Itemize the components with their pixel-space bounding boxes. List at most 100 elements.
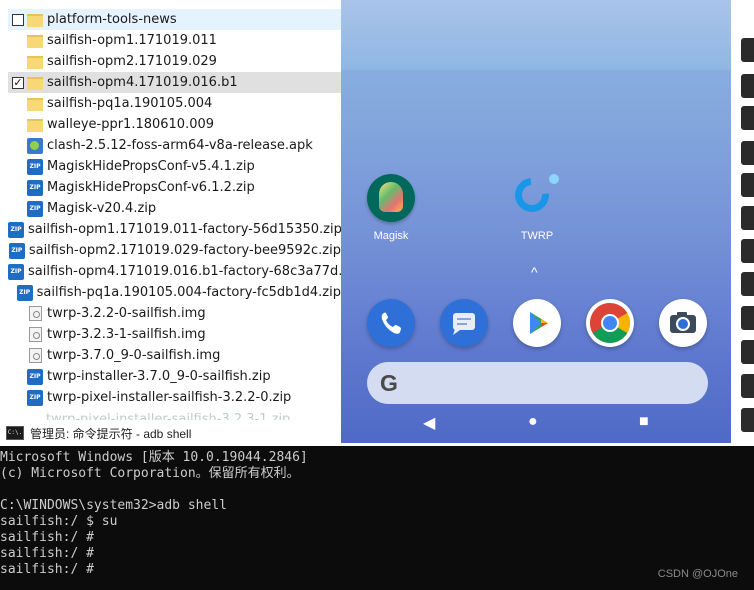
terminal-line: sailfish:/ #	[0, 546, 94, 561]
file-row[interactable]: clash-2.5.12-foss-arm64-v8a-release.apk	[8, 135, 341, 156]
dock-phone[interactable]	[367, 299, 415, 347]
apk-icon	[27, 137, 43, 154]
app-label: TWRP	[520, 230, 554, 242]
magisk-icon	[367, 174, 415, 222]
sidebar-button[interactable]	[741, 306, 754, 330]
zip-icon	[27, 200, 43, 217]
folder-icon	[27, 14, 43, 27]
img-icon	[29, 327, 42, 342]
file-row[interactable]: Magisk-v20.4.zip	[8, 198, 341, 219]
app-twrp[interactable]: TWRP	[507, 174, 567, 242]
zip-icon	[8, 221, 24, 238]
file-name: twrp-3.2.2-0-sailfish.img	[47, 306, 206, 321]
sidebar-button[interactable]	[741, 74, 754, 98]
file-name: twrp-pixel-installer-sailfish-3.2.2-0.zi…	[47, 390, 292, 405]
file-row[interactable]: sailfish-pq1a.190105.004	[8, 93, 341, 114]
file-name: sailfish-opm4.171019.016.b1	[47, 75, 238, 90]
folder-icon	[27, 56, 43, 69]
zip-icon	[27, 368, 43, 385]
file-row[interactable]: sailfish-opm1.171019.011-factory-56d1535…	[8, 219, 341, 240]
cmd-terminal[interactable]: Microsoft Windows [版本 10.0.19044.2846] (c…	[0, 446, 754, 590]
file-row[interactable]: sailfish-opm2.171019.029	[8, 51, 341, 72]
chevron-up-icon[interactable]: ^	[531, 264, 538, 280]
file-name: clash-2.5.12-foss-arm64-v8a-release.apk	[47, 138, 313, 153]
terminal-line: (c) Microsoft Corporation。保留所有权利。	[0, 466, 300, 481]
zip-icon	[16, 284, 33, 301]
android-nav-bar: ◀ ● ■	[341, 405, 731, 443]
terminal-line: sailfish:/ $ su	[0, 514, 118, 529]
file-name: sailfish-opm2.171019.029-factory-bee9592…	[28, 243, 341, 258]
app-magisk[interactable]: Magisk	[361, 174, 421, 242]
cmd-window-title: 管理员: 命令提示符 - adb shell	[30, 426, 192, 441]
sidebar-button[interactable]	[741, 408, 754, 432]
chrome-icon	[590, 303, 630, 343]
folder-icon	[27, 119, 43, 132]
checkbox-checked[interactable]: ✓	[12, 76, 24, 89]
checkbox[interactable]	[12, 13, 24, 26]
file-row[interactable]: twrp-pixel-installer-sailfish-3.2.2-0.zi…	[8, 387, 341, 408]
folder-icon	[27, 35, 43, 48]
twrp-icon	[513, 174, 561, 222]
sidebar-button[interactable]	[741, 206, 754, 230]
file-name: sailfish-opm4.171019.016.b1-factory-68c3…	[28, 264, 341, 279]
file-row[interactable]: platform-tools-news	[8, 9, 341, 30]
file-row[interactable]: twrp-installer-3.7.0_9-0-sailfish.zip	[8, 366, 341, 387]
img-icon	[29, 306, 42, 321]
file-name: platform-tools-news	[47, 12, 177, 27]
dock-play-store[interactable]	[513, 299, 561, 347]
file-explorer-list: platform-tools-news sailfish-opm1.171019.…	[0, 0, 341, 420]
dock-chrome[interactable]	[586, 299, 634, 347]
file-name: walleye-ppr1.180610.009	[47, 117, 215, 132]
sidebar-button[interactable]	[741, 239, 754, 263]
file-row[interactable]: ✓ sailfish-opm4.171019.016.b1	[8, 72, 341, 93]
android-emulator-screen[interactable]: Magisk TWRP ^ G ◀ ● ■	[341, 0, 731, 443]
file-name: sailfish-pq1a.190105.004-factory-fc5db1d…	[36, 285, 341, 300]
sidebar-button[interactable]	[741, 374, 754, 398]
sidebar-button[interactable]	[741, 106, 754, 130]
sidebar-button[interactable]	[741, 38, 754, 62]
file-row[interactable]: twrp-3.2.3-1-sailfish.img	[8, 324, 341, 345]
folder-icon	[27, 77, 43, 90]
camera-icon	[670, 312, 696, 333]
file-name: sailfish-pq1a.190105.004	[47, 96, 213, 111]
terminal-line: sailfish:/ #	[0, 530, 94, 545]
file-row[interactable]: twrp-3.2.2-0-sailfish.img	[8, 303, 341, 324]
dock-messages[interactable]	[440, 299, 488, 347]
sidebar-button[interactable]	[741, 340, 754, 364]
terminal-line: C:\WINDOWS\system32>adb shell	[0, 498, 227, 513]
file-name: sailfish-opm2.171019.029	[47, 54, 217, 69]
cmd-app-icon: C:\.	[6, 426, 24, 440]
phone-icon	[381, 312, 401, 334]
file-name: twrp-3.7.0_9-0-sailfish.img	[47, 348, 221, 363]
home-icon[interactable]: ●	[528, 413, 538, 431]
img-icon	[29, 348, 42, 363]
sidebar-button[interactable]	[741, 173, 754, 197]
dock-camera[interactable]	[659, 299, 707, 347]
file-name: twrp-3.2.3-1-sailfish.img	[47, 327, 206, 342]
recents-icon[interactable]: ■	[639, 413, 649, 431]
file-row[interactable]: sailfish-opm4.171019.016.b1-factory-68c3…	[8, 261, 341, 282]
google-search-bar[interactable]: G	[367, 362, 708, 404]
zip-icon	[8, 242, 25, 259]
file-name: sailfish-opm1.171019.011-factory-56d1535…	[28, 222, 341, 237]
messages-icon	[453, 313, 475, 335]
zip-icon	[27, 389, 43, 406]
play-store-icon	[530, 312, 548, 334]
file-row[interactable]: sailfish-pq1a.190105.004-factory-fc5db1d…	[8, 282, 341, 303]
file-row[interactable]: walleye-ppr1.180610.009	[8, 114, 341, 135]
file-row[interactable]: MagiskHidePropsConf-v5.4.1.zip	[8, 156, 341, 177]
file-row[interactable]: MagiskHidePropsConf-v6.1.2.zip	[8, 177, 341, 198]
file-row[interactable]: sailfish-opm1.171019.011	[8, 30, 341, 51]
cmd-window-titlebar[interactable]: C:\. 管理员: 命令提示符 - adb shell	[0, 420, 341, 446]
file-row[interactable]: sailfish-opm2.171019.029-factory-bee9592…	[8, 240, 341, 261]
file-name: sailfish-opm1.171019.011	[47, 33, 217, 48]
app-label: Magisk	[373, 230, 409, 242]
file-name: Magisk-v20.4.zip	[47, 201, 157, 216]
back-icon[interactable]: ◀	[423, 413, 435, 433]
file-row[interactable]: twrp-3.7.0_9-0-sailfish.img	[8, 345, 341, 366]
sidebar-button[interactable]	[741, 141, 754, 165]
sidebar-button[interactable]	[741, 272, 754, 296]
file-name: MagiskHidePropsConf-v5.4.1.zip	[47, 159, 255, 174]
zip-icon	[27, 158, 43, 175]
emulator-sidebar	[731, 0, 754, 443]
